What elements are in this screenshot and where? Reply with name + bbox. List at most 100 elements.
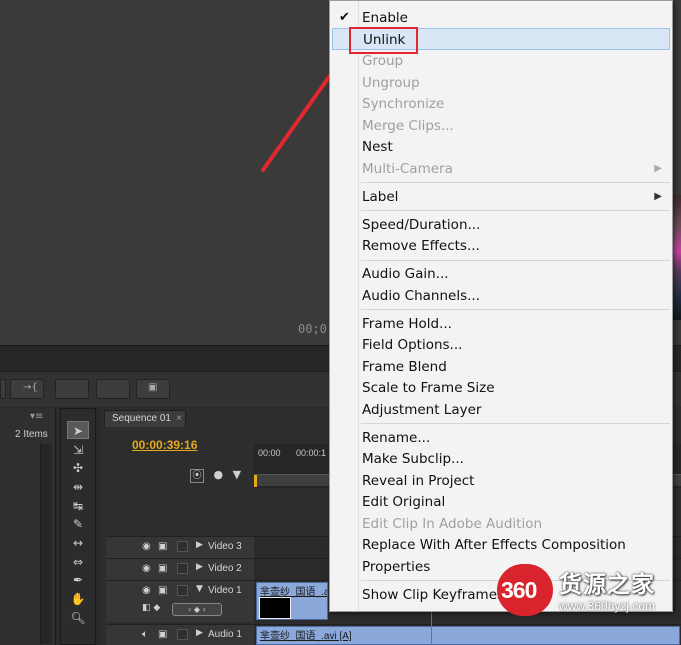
selection-tool-icon[interactable]: ➤	[67, 421, 89, 439]
menu-item-make-subclip[interactable]: Make Subclip...	[332, 448, 670, 470]
menu-item-multi-camera[interactable]: Multi-Camera ▶	[332, 158, 670, 180]
track-select-tool-icon[interactable]: ⇲	[67, 441, 89, 459]
menu-item-enable[interactable]: ✔ Enable	[332, 7, 670, 29]
lock-toggle[interactable]	[177, 629, 188, 640]
video-clip[interactable]: 芈壶纱_国语_.a	[256, 582, 328, 620]
marker-icon[interactable]: ●	[214, 468, 224, 481]
menu-item-label: Reveal in Project	[362, 473, 475, 489]
menu-item-label: Audio Channels...	[362, 288, 480, 304]
menu-item-label: Edit Original	[362, 494, 446, 510]
menu-separator	[361, 210, 670, 211]
keyframe-icon[interactable]: ▼	[233, 468, 241, 481]
watermark-number: 360	[501, 577, 537, 603]
track-name: Audio 1	[208, 629, 242, 640]
expand-arrow-icon[interactable]: ▶	[196, 628, 203, 638]
slip-tool-icon[interactable]: ↔	[67, 534, 89, 552]
watermark-url: www.360hyzj.com	[559, 599, 656, 613]
menu-item-speed-duration[interactable]: Speed/Duration...	[332, 214, 670, 236]
button-insert[interactable]	[0, 379, 6, 399]
menu-item-edit-original[interactable]: Edit Original	[332, 491, 670, 513]
track-name: Video 3	[208, 541, 242, 552]
zoom-tool-icon[interactable]: 🔍︎	[67, 609, 89, 627]
menu-item-label: Frame Hold...	[362, 316, 452, 332]
razor-tool-icon[interactable]: ✎	[67, 515, 89, 533]
menu-item-reveal-in-project[interactable]: Reveal in Project	[332, 470, 670, 492]
context-menu: ✔ Enable Unlink Group Ungroup Synchronize…	[329, 0, 673, 612]
audio-clip[interactable]: 芈壶纱_国语_.avi [A]	[256, 626, 680, 645]
speaker-icon[interactable]: 🔈︎	[142, 629, 148, 640]
checkmark-icon: ✔	[339, 10, 350, 25]
collapse-arrow-icon[interactable]: ▼	[196, 584, 203, 594]
button-extract[interactable]: →{	[10, 379, 44, 399]
eye-icon[interactable]: ◉	[142, 541, 151, 552]
menu-item-audio-channels[interactable]: Audio Channels...	[332, 285, 670, 307]
ruler-label: 00:00	[258, 448, 281, 458]
tab-label: Sequence 01	[112, 413, 171, 424]
lock-toggle[interactable]	[177, 541, 188, 552]
menu-item-label: Group	[362, 53, 404, 69]
menu-item-rename[interactable]: Rename...	[332, 427, 670, 449]
menu-item-replace-with-ae-comp[interactable]: Replace With After Effects Composition	[332, 534, 670, 556]
keyframe-nav-icon[interactable]: ◧ ◆	[142, 603, 160, 613]
eye-icon[interactable]: ◉	[142, 563, 151, 574]
eye-icon[interactable]: ◉	[142, 585, 151, 596]
lock-toggle[interactable]	[177, 585, 188, 596]
work-area-handle[interactable]	[254, 475, 257, 487]
menu-item-synchronize[interactable]: Synchronize	[332, 93, 670, 115]
menu-item-label: Ungroup	[362, 75, 420, 91]
track-header-video-1: ◉ ▣ ▼ Video 1 ◧ ◆ ‹ ◆ ›	[106, 580, 254, 622]
expand-arrow-icon[interactable]: ▶	[196, 540, 203, 550]
rate-stretch-tool-icon[interactable]: ↹	[67, 497, 89, 515]
menu-item-label: Nest	[362, 139, 393, 155]
menu-item-scale-to-frame-size[interactable]: Scale to Frame Size	[332, 377, 670, 399]
menu-item-audio-gain[interactable]: Audio Gain...	[332, 263, 670, 285]
menu-item-label: Merge Clips...	[362, 118, 454, 134]
menu-item-frame-blend[interactable]: Frame Blend	[332, 356, 670, 378]
snap-icon[interactable]: ⦿	[190, 469, 204, 483]
button-trim[interactable]	[96, 379, 130, 399]
pen-tool-icon[interactable]: ✒	[67, 571, 89, 589]
menu-item-label: Label	[362, 189, 399, 205]
menu-item-nest[interactable]: Nest	[332, 136, 670, 158]
track-lane-audio-1[interactable]: 芈壶纱_国语_.avi [A]	[254, 624, 681, 645]
menu-item-remove-effects[interactable]: Remove Effects...	[332, 235, 670, 257]
menu-item-frame-hold[interactable]: Frame Hold...	[332, 313, 670, 335]
film-icon[interactable]: ▣	[158, 541, 167, 552]
sync-icon[interactable]: ▣	[158, 629, 167, 640]
menu-item-label: Synchronize	[362, 96, 445, 112]
menu-item-merge-clips[interactable]: Merge Clips...	[332, 115, 670, 137]
menu-item-field-options[interactable]: Field Options...	[332, 334, 670, 356]
menu-item-label: Make Subclip...	[362, 451, 464, 467]
menu-separator	[361, 423, 670, 424]
menu-separator	[361, 260, 670, 261]
film-icon[interactable]: ▣	[158, 585, 167, 596]
menu-item-label: Replace With After Effects Composition	[362, 537, 626, 553]
keyframe-nav-buttons[interactable]: ‹ ◆ ›	[172, 603, 222, 616]
menu-item-edit-clip-in-audition[interactable]: Edit Clip In Adobe Audition	[332, 513, 670, 535]
hand-tool-icon[interactable]: ✋	[67, 590, 89, 608]
menu-item-ungroup[interactable]: Ungroup	[332, 72, 670, 94]
close-icon[interactable]: ×	[176, 411, 182, 427]
slide-tool-icon[interactable]: ⇔	[67, 553, 89, 571]
track-name: Video 1	[208, 585, 242, 596]
button-camera[interactable]: ▣	[136, 379, 170, 399]
menu-item-label[interactable]: Label ▶	[332, 186, 670, 208]
project-scrollbar[interactable]	[40, 444, 52, 644]
menu-separator	[361, 309, 670, 310]
lock-toggle[interactable]	[177, 563, 188, 574]
menu-item-label: Scale to Frame Size	[362, 380, 495, 396]
button-export-frame[interactable]	[55, 379, 89, 399]
sequence-timecode[interactable]: 00:00:39:16	[132, 438, 197, 452]
menu-separator	[361, 182, 670, 183]
menu-item-adjustment-layer[interactable]: Adjustment Layer	[332, 399, 670, 421]
panel-menu-icon[interactable]: ▾≡	[30, 411, 43, 422]
track-header-video-3: ◉ ▣ ▶ Video 3	[106, 536, 254, 558]
ripple-edit-tool-icon[interactable]: ✣	[67, 459, 89, 477]
rolling-edit-tool-icon[interactable]: ⇹	[67, 478, 89, 496]
tab-sequence-01[interactable]: Sequence 01 ×	[104, 410, 186, 427]
film-icon[interactable]: ▣	[158, 563, 167, 574]
tools-panel: ➤ ⇲ ✣ ⇹ ↹ ✎ ↔ ⇔ ✒ ✋ 🔍︎	[60, 408, 96, 645]
menu-item-label: Multi-Camera	[362, 161, 453, 177]
camera-icon: ▣	[148, 382, 158, 393]
expand-arrow-icon[interactable]: ▶	[196, 562, 203, 572]
